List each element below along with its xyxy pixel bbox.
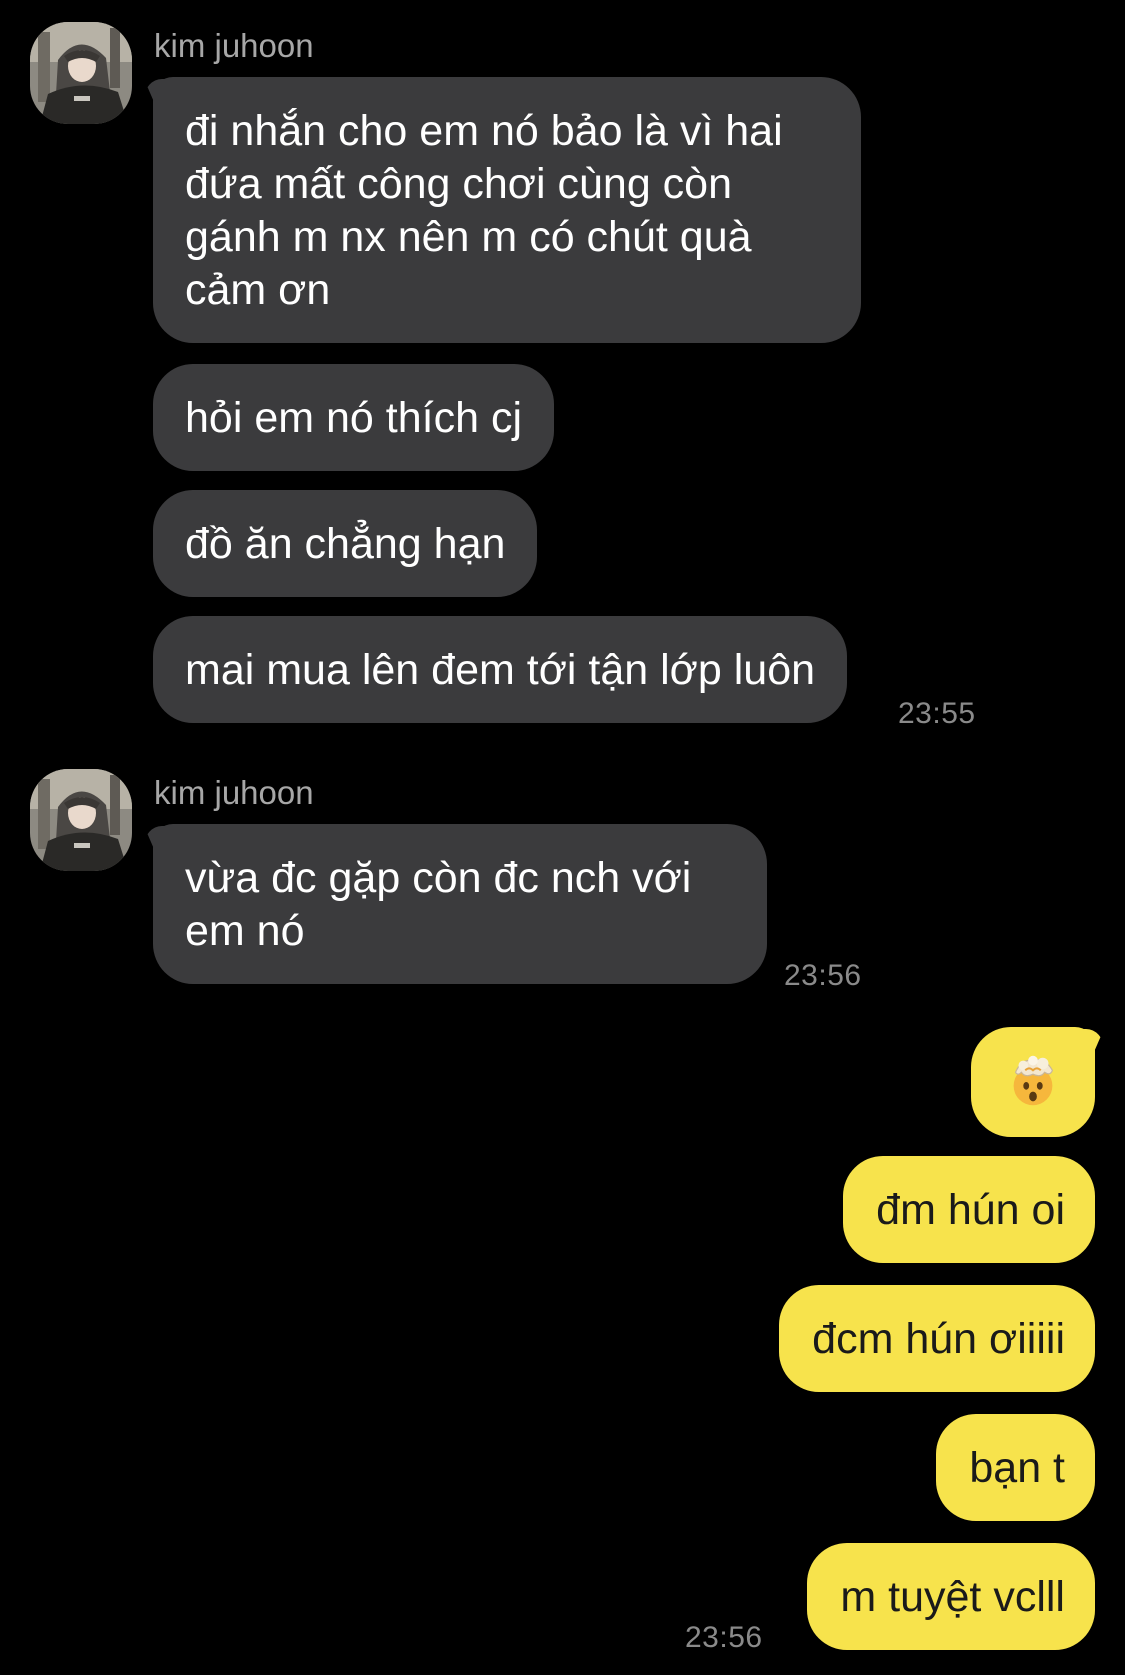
incoming-message-bubble[interactable]: hỏi em nó thích cj <box>153 364 555 471</box>
message-text: vừa đc gặp còn đc nch với em nó <box>185 854 692 955</box>
message-timestamp: 23:56 <box>685 1621 763 1654</box>
avatar-photo <box>30 769 132 871</box>
sender-name: kim juhoon <box>154 774 314 811</box>
avatar-photo <box>30 22 132 124</box>
incoming-message-bubble[interactable]: đi nhắn cho em nó bảo là vì hai đứa mất … <box>153 77 861 343</box>
message-text: đi nhắn cho em nó bảo là vì hai đứa mất … <box>185 107 783 314</box>
message-text: hỏi em nó thích cj <box>185 394 523 442</box>
outgoing-message-bubble[interactable]: bạn t <box>936 1414 1095 1521</box>
message-text: đồ ăn chẳng hạn <box>185 520 506 568</box>
outgoing-emoji-bubble[interactable] <box>971 1027 1095 1137</box>
outgoing-message-bubble[interactable]: đm hún oi <box>843 1156 1095 1263</box>
message-timestamp: 23:56 <box>784 959 862 992</box>
sender-avatar[interactable] <box>30 769 132 871</box>
message-text: bạn t <box>969 1444 1065 1492</box>
outgoing-message-bubble[interactable]: m tuyệt vclll <box>807 1543 1095 1650</box>
outgoing-message-bubble[interactable]: đcm hún ơiiiii <box>779 1285 1095 1392</box>
message-text: đcm hún ơiiiii <box>812 1315 1065 1363</box>
incoming-message-bubble[interactable]: vừa đc gặp còn đc nch với em nó <box>153 824 767 984</box>
message-timestamp: 23:55 <box>898 697 976 730</box>
incoming-message-bubble[interactable]: mai mua lên đem tới tận lớp luôn <box>153 616 848 723</box>
sender-name: kim juhoon <box>154 27 314 64</box>
sender-avatar[interactable] <box>30 22 132 124</box>
message-text: mai mua lên đem tới tận lớp luôn <box>185 646 816 694</box>
message-text: m tuyệt vclll <box>840 1573 1065 1621</box>
incoming-message-bubble[interactable]: đồ ăn chẳng hạn <box>153 490 538 597</box>
message-text: đm hún oi <box>876 1186 1065 1234</box>
exploding-head-icon <box>1013 1055 1054 1106</box>
